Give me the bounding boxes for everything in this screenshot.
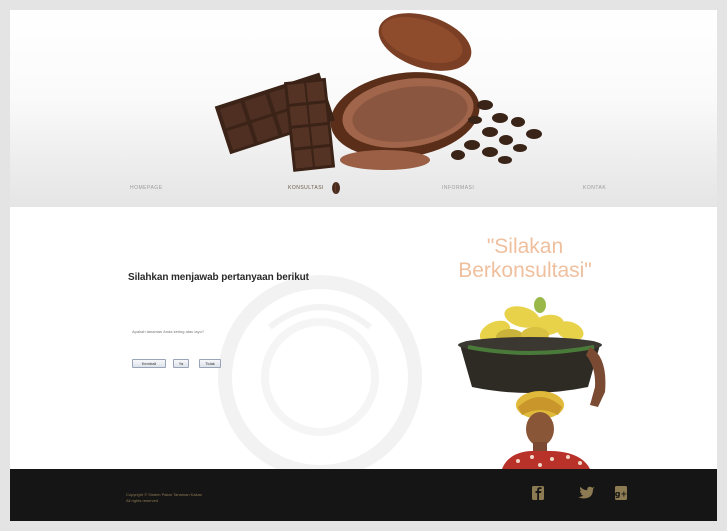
question-title: Silahkan menjawab pertanyaan berikut (128, 272, 309, 283)
question-text: Apakah tanaman Anda kering atau layu? (132, 329, 205, 334)
site-header: Homepage Konsultasi Informasi Kontak (10, 10, 717, 207)
footer-credit: All rights reserved (126, 498, 159, 503)
hero-cocoa-chocolate-image (214, 13, 542, 172)
twitter-icon[interactable] (577, 483, 597, 503)
woman-carrying-basket-image (458, 297, 606, 469)
no-button[interactable]: Tidak (199, 359, 221, 368)
nav-item-informasi[interactable]: Informasi (442, 185, 474, 191)
yes-button[interactable]: Ya (173, 359, 189, 368)
nav-item-konsultasi[interactable]: Konsultasi (288, 185, 324, 191)
promo-title: "Silakan Berkonsultasi" (458, 235, 592, 282)
nav-item-kontak[interactable]: Kontak (583, 185, 606, 191)
footer-copyright: Copyright © Sistem Pakar Tanaman Kakao (126, 492, 203, 497)
page-frame: Homepage Konsultasi Informasi Kontak Sil… (10, 10, 717, 521)
back-button[interactable]: Kembali (132, 359, 166, 368)
main-nav: Homepage Konsultasi Informasi Kontak (10, 178, 717, 204)
facebook-icon[interactable] (531, 483, 545, 503)
main-content: Silahkan menjawab pertanyaan berikut Apa… (10, 207, 717, 479)
svg-text:g+: g+ (615, 490, 627, 499)
site-footer: Copyright © Sistem Pakar Tanaman Kakao A… (10, 469, 717, 521)
nav-item-homepage[interactable]: Homepage (130, 185, 163, 191)
watermark-logo (218, 275, 422, 479)
google-plus-icon[interactable]: g+ (614, 483, 628, 503)
cocoa-bean-active-icon (332, 182, 340, 194)
